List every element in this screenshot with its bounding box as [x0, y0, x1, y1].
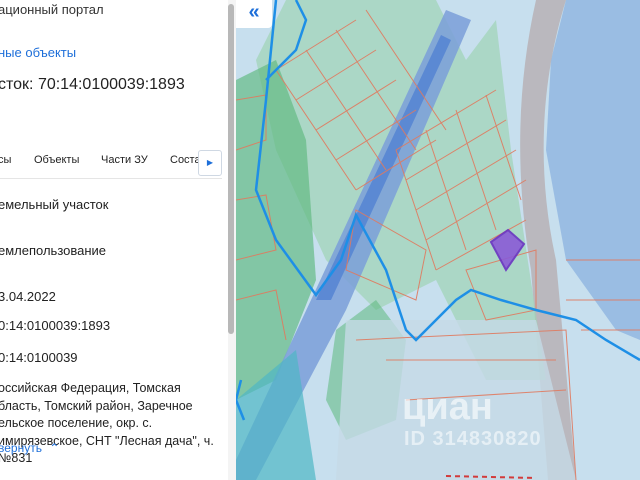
tab-info[interactable]: сы	[0, 154, 11, 166]
scrollbar-thumb[interactable]	[228, 4, 234, 334]
tab-bar: сы Объекты Части ЗУ Соста ▶	[0, 150, 222, 176]
field-type: емельный участок	[0, 197, 109, 212]
tab-divider	[0, 178, 222, 179]
collapse-link[interactable]: вернуть ⌃	[0, 441, 59, 455]
collapse-panel-button[interactable]: «	[236, 0, 272, 28]
portal-title: ационный портал	[0, 2, 104, 17]
info-panel: ационный портал ные объекты сток: 70:14:…	[0, 0, 236, 480]
cian-logo: циан	[402, 386, 493, 428]
triangle-right-icon: ▶	[206, 158, 214, 167]
tab-parcel-parts[interactable]: Части ЗУ	[101, 154, 148, 166]
public-objects-link[interactable]: ные объекты	[0, 45, 76, 60]
chevron-up-icon: ⌃	[49, 441, 60, 455]
tab-scroll-right-button[interactable]: ▶	[198, 150, 222, 176]
listing-id-watermark: ID 314830820	[404, 428, 542, 450]
collapse-label: вернуть	[0, 441, 42, 455]
double-chevron-left-icon: «	[248, 1, 260, 23]
parcel-title: сток: 70:14:0100039:1893	[0, 76, 185, 93]
field-date: 3.04.2022	[0, 289, 56, 304]
field-quarter: 0:14:0100039	[0, 350, 78, 365]
field-cadastral-number: 0:14:0100039:1893	[0, 318, 111, 333]
tab-composition[interactable]: Соста	[170, 154, 201, 166]
field-permitted-use: емлепользование	[0, 243, 107, 258]
tab-objects[interactable]: Объекты	[34, 154, 79, 166]
